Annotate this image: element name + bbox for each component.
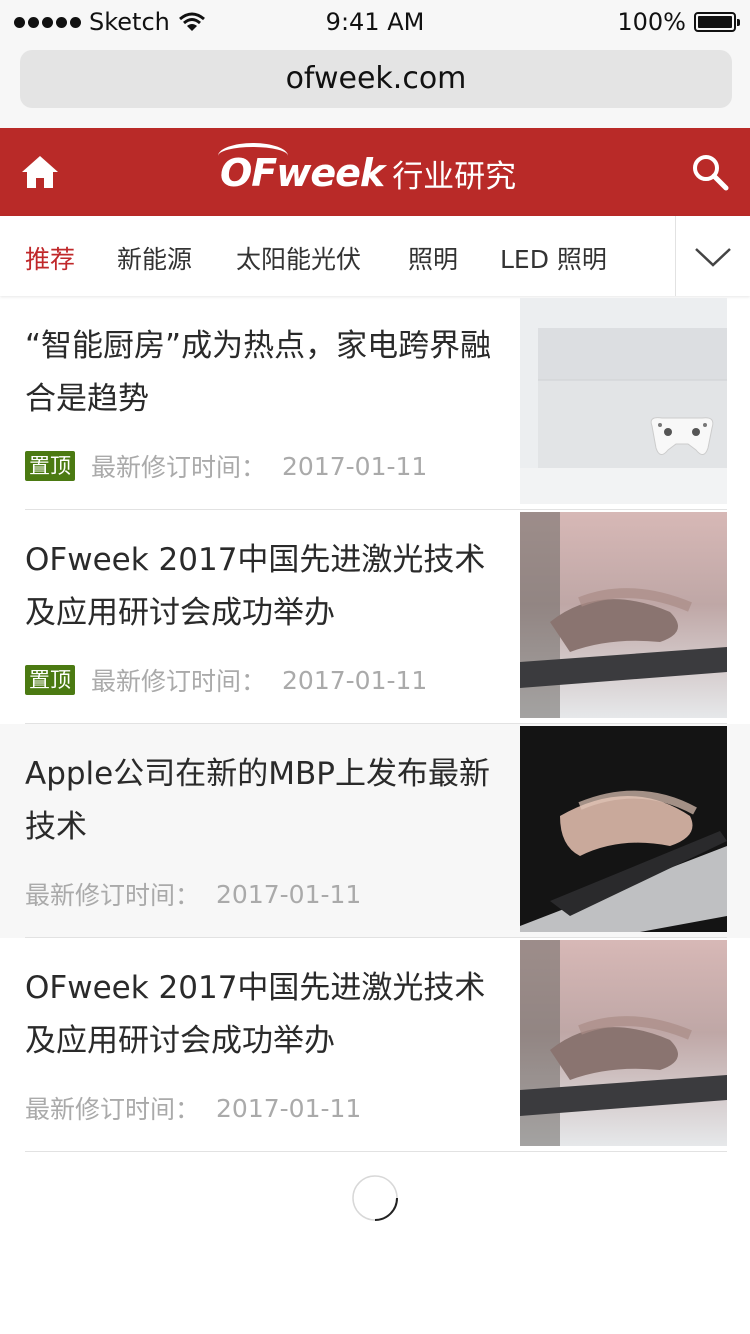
meta-label: 最新修订时间：: [25, 1095, 201, 1124]
tab-recommend[interactable]: 推荐: [25, 240, 75, 276]
article-date: 2017-01-11: [282, 451, 428, 481]
battery-icon: [694, 12, 740, 32]
list-item[interactable]: OFweek 2017中国先进激光技术及应用研讨会成功举办 最新修订时间： 20…: [0, 938, 750, 1152]
article-thumbnail: [520, 726, 727, 932]
category-tabs: 推荐 新能源 太阳能光伏 照明 LED 照明: [0, 216, 750, 296]
status-right: 100%: [617, 8, 740, 36]
browser-bar: ofweek.com: [0, 42, 750, 128]
list-item[interactable]: Apple公司在新的MBP上发布最新技术 最新修订时间： 2017-01-11: [0, 724, 750, 938]
home-icon[interactable]: [20, 152, 60, 192]
list-item[interactable]: “智能厨房”成为热点，家电跨界融合是趋势 置顶 最新修订时间： 2017-01-…: [0, 296, 750, 510]
article-thumbnail: [520, 298, 727, 504]
battery-percent: 100%: [617, 8, 686, 36]
meta-label: 最新修订时间：: [25, 881, 201, 910]
app-header: OFweek 行业研究: [0, 128, 750, 216]
search-icon[interactable]: [690, 152, 730, 192]
article-thumbnail: [520, 940, 727, 1146]
article-meta: 置顶 最新修订时间： 2017-01-11: [25, 448, 427, 484]
meta-label: 最新修订时间：: [91, 453, 267, 482]
meta-label: 最新修订时间：: [91, 667, 267, 696]
status-bar: Sketch 9:41 AM 100%: [0, 0, 750, 42]
tab-solar-pv[interactable]: 太阳能光伏: [236, 240, 361, 276]
article-title: “智能厨房”成为热点，家电跨界融合是趋势: [25, 328, 492, 417]
list-item[interactable]: OFweek 2017中国先进激光技术及应用研讨会成功举办 置顶 最新修订时间：…: [0, 510, 750, 724]
logo-subtitle: 行业研究: [392, 158, 517, 195]
loading-spinner-icon: [352, 1175, 398, 1221]
tab-lighting[interactable]: 照明: [408, 240, 458, 276]
article-date: 2017-01-11: [216, 1093, 362, 1123]
more-tabs-button[interactable]: [675, 216, 750, 296]
site-logo[interactable]: OFweek 行业研究: [217, 138, 517, 208]
article-date: 2017-01-11: [216, 879, 362, 909]
article-meta: 最新修订时间： 2017-01-11: [25, 876, 361, 912]
article-meta: 置顶 最新修订时间： 2017-01-11: [25, 662, 427, 698]
pinned-badge: 置顶: [25, 665, 75, 695]
chevron-down-icon: [695, 248, 731, 267]
divider: [25, 1151, 727, 1152]
pinned-badge: 置顶: [25, 451, 75, 481]
article-title: OFweek 2017中国先进激光技术及应用研讨会成功举办: [25, 542, 486, 631]
tab-new-energy[interactable]: 新能源: [117, 240, 192, 276]
article-title: Apple公司在新的MBP上发布最新技术: [25, 756, 490, 845]
address-bar[interactable]: ofweek.com: [20, 50, 732, 108]
article-date: 2017-01-11: [282, 665, 428, 695]
article-meta: 最新修订时间： 2017-01-11: [25, 1090, 361, 1126]
article-thumbnail: [520, 512, 727, 718]
article-title: OFweek 2017中国先进激光技术及应用研讨会成功举办: [25, 970, 486, 1059]
tab-led-lighting[interactable]: LED 照明: [500, 240, 607, 276]
logo-brand: OFweek: [217, 143, 385, 195]
